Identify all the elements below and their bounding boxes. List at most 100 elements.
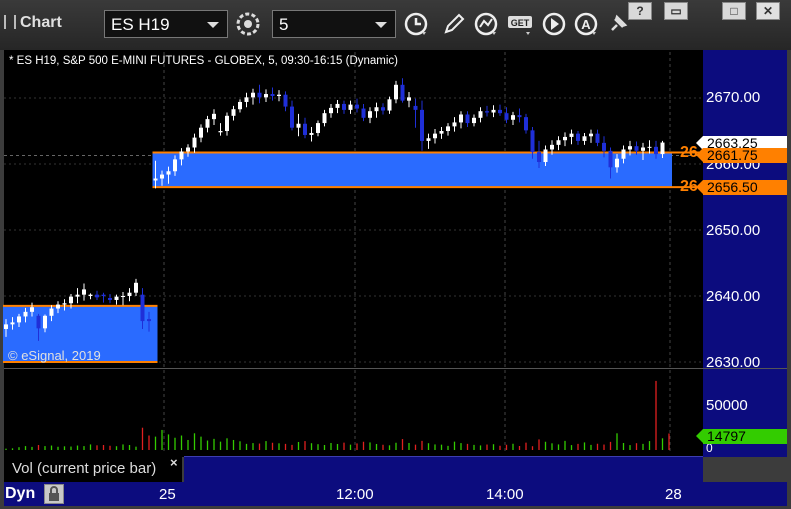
- candle-body: [231, 109, 236, 116]
- time-tick: 14:00: [486, 486, 524, 503]
- candles: [4, 78, 665, 341]
- chart-description: * ES H19, S&P 500 E-MINI FUTURES - GLOBE…: [9, 55, 399, 67]
- candle-body: [569, 133, 574, 137]
- candle-body: [368, 111, 372, 118]
- candle-body: [589, 133, 593, 137]
- candle-body: [504, 113, 509, 120]
- candle-body: [121, 296, 125, 297]
- volume-last-tag: 14797: [696, 429, 787, 444]
- candle-body: [329, 107, 333, 114]
- range-bands: [3, 151, 703, 363]
- candle-body: [381, 107, 385, 111]
- candle-body: [212, 113, 216, 120]
- candle-body: [10, 322, 15, 325]
- candle-body: [634, 146, 639, 151]
- candle-body: [199, 127, 203, 138]
- candle-body: [647, 146, 652, 148]
- candle-body: [446, 126, 450, 131]
- candle-body: [309, 132, 314, 135]
- candle-body: [140, 294, 145, 322]
- candle-body: [296, 123, 301, 128]
- candle-body: [407, 97, 411, 101]
- dyn-label[interactable]: Dyn: [5, 485, 35, 503]
- candle-body: [608, 150, 613, 168]
- price-tick: 2670.00: [706, 89, 761, 106]
- candle-body: [530, 130, 535, 153]
- candle-body: [465, 114, 470, 124]
- candle-body: [621, 149, 626, 159]
- candle-body: [387, 99, 392, 111]
- candle-body: [114, 296, 119, 300]
- candle-body: [511, 115, 515, 120]
- candle-body: [160, 174, 164, 179]
- candle-body: [186, 147, 190, 152]
- chart-grid: [4, 52, 703, 454]
- candle-body: [498, 109, 502, 114]
- candle-body: [660, 142, 665, 155]
- candle-body: [192, 137, 197, 148]
- candle-body: [270, 94, 275, 97]
- candle-body: [413, 105, 418, 110]
- candle-body: [134, 282, 138, 293]
- candle-body: [452, 122, 457, 127]
- candle-body: [88, 294, 93, 296]
- volume-bars: [5, 380, 670, 450]
- candle-body: [4, 324, 8, 329]
- band-low-label: 26: [680, 178, 698, 195]
- candle-body: [654, 146, 658, 155]
- candle-body: [602, 142, 606, 151]
- candle-body: [95, 294, 99, 298]
- candle-body: [433, 133, 437, 139]
- range-band: [152, 152, 672, 188]
- candle-body: [251, 92, 255, 98]
- candle-body: [426, 138, 431, 141]
- candle-body: [615, 158, 619, 168]
- band-high-tag: 2661.75: [696, 148, 787, 163]
- candle-body: [472, 117, 476, 124]
- candle-body: [374, 107, 379, 112]
- candle-body: [316, 123, 320, 133]
- candle-body: [628, 146, 632, 150]
- candle-body: [62, 303, 67, 305]
- candle-body: [537, 152, 541, 163]
- candle-body: [290, 106, 294, 128]
- time-tick: 25: [159, 486, 176, 503]
- candle-body: [303, 123, 307, 135]
- price-tick: 2650.00: [706, 222, 761, 239]
- candle-body: [394, 84, 398, 100]
- candle-body: [459, 114, 463, 123]
- candle-body: [355, 104, 359, 109]
- candle-body: [543, 149, 548, 163]
- candle-body: [595, 133, 600, 143]
- candle-body: [17, 316, 21, 323]
- candle-body: [420, 109, 424, 141]
- candle-body: [218, 131, 223, 133]
- price-chart: [3, 52, 703, 454]
- candle-body: [550, 144, 554, 150]
- time-tick: 12:00: [336, 486, 374, 503]
- candle-body: [36, 315, 41, 329]
- lock-icon[interactable]: [44, 484, 64, 504]
- candle-body: [576, 133, 580, 141]
- candle-body: [23, 311, 28, 317]
- volume-tick: 50000: [706, 397, 748, 414]
- band-low-tag: 2656.50: [696, 180, 787, 195]
- candle-body: [524, 117, 528, 131]
- candle-body: [225, 115, 229, 131]
- candle-body: [478, 111, 483, 118]
- candle-body: [153, 178, 158, 181]
- price-tick: 2640.00: [706, 288, 761, 305]
- candle-body: [43, 315, 47, 329]
- candle-body: [517, 115, 522, 118]
- candle-body: [147, 319, 151, 322]
- candle-body: [127, 292, 132, 296]
- candle-body: [30, 307, 34, 312]
- candle-body: [335, 103, 340, 108]
- candle-body: [348, 104, 353, 110]
- candle-body: [485, 111, 489, 113]
- candle-body: [264, 94, 268, 98]
- candle-body: [108, 297, 112, 300]
- candle-body: [322, 113, 327, 124]
- candle-body: [556, 140, 561, 145]
- price-tick: 2630.00: [706, 354, 761, 371]
